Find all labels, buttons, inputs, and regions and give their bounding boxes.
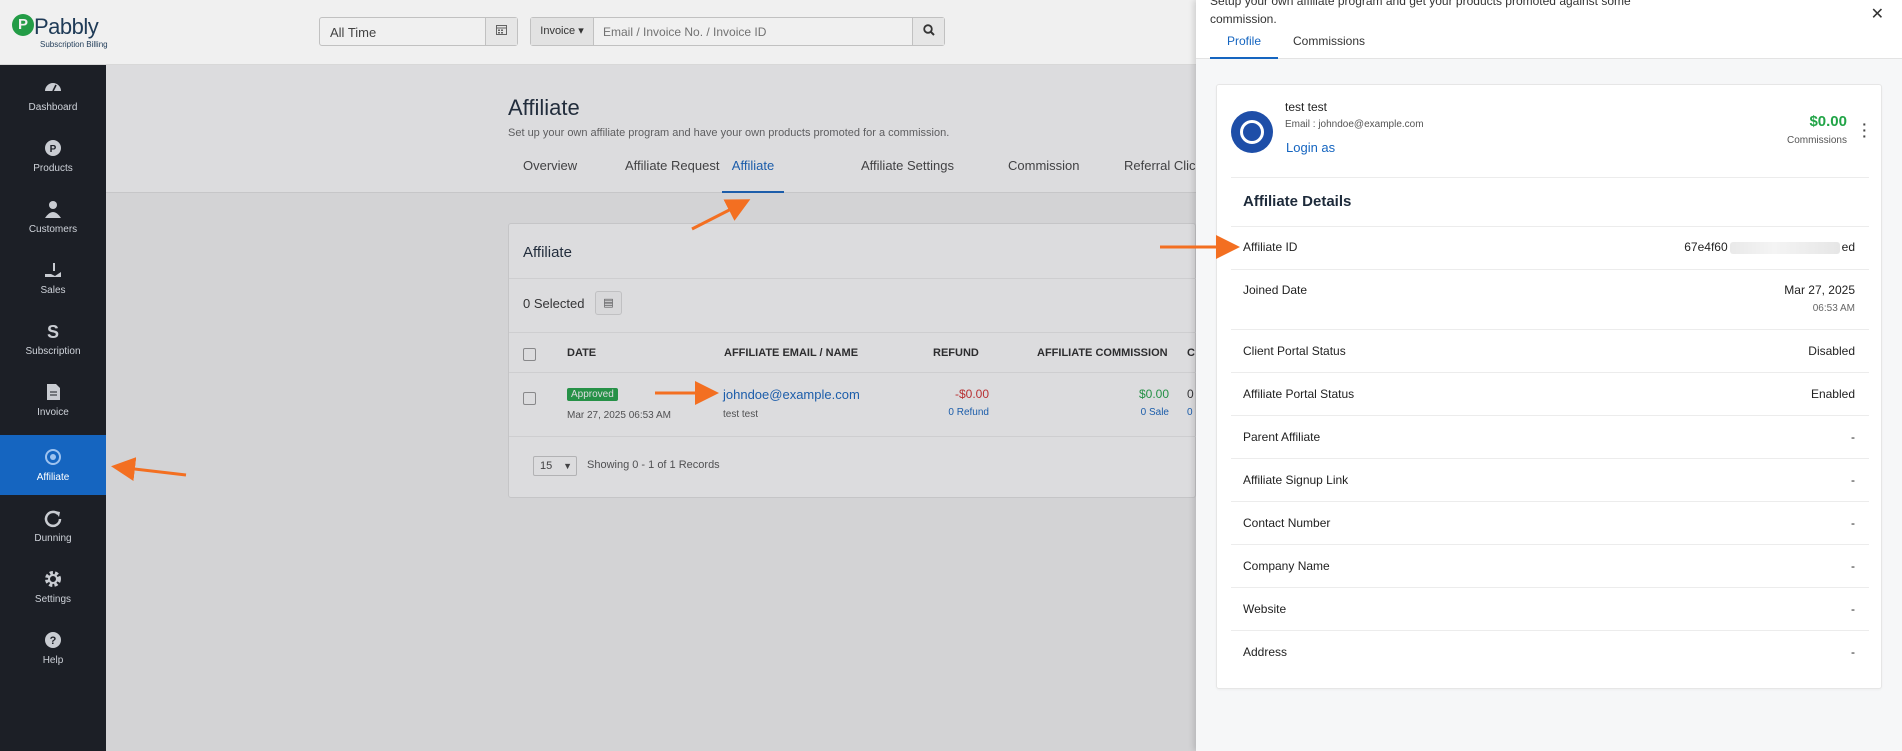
sidebar-item-label: Affiliate — [36, 472, 70, 483]
sales-icon — [45, 263, 61, 277]
tab-profile[interactable]: Profile — [1210, 34, 1278, 59]
sidebar-item-label: Dunning — [34, 533, 72, 544]
sidebar-item-label: Invoice — [37, 407, 69, 418]
detail-label-affiliate-portal: Affiliate Portal Status — [1243, 387, 1355, 401]
sidebar-item-label: Help — [42, 655, 64, 666]
parent-affiliate-value: - — [1851, 430, 1855, 444]
subscription-icon: S — [47, 322, 59, 341]
svg-text:?: ? — [50, 635, 57, 647]
sidebar-item-subscription[interactable]: S Subscription — [0, 309, 106, 369]
sidebar-item-dunning[interactable]: Dunning — [0, 496, 106, 556]
sidebar-item-invoice[interactable]: Invoice — [0, 370, 106, 430]
commission-total: $0.00 — [1809, 113, 1847, 130]
sidebar-item-label: Subscription — [25, 346, 81, 357]
affiliate-portal-value: Enabled — [1810, 387, 1855, 401]
detail-label-company-name: Company Name — [1243, 559, 1330, 573]
customers-icon — [45, 201, 61, 218]
sidebar-item-dashboard[interactable]: Dashboard — [0, 65, 106, 125]
sidebar-item-help[interactable]: ? Help — [0, 618, 106, 678]
tab-commissions[interactable]: Commissions — [1293, 34, 1365, 59]
close-icon[interactable]: ✕ — [1871, 4, 1884, 24]
dunning-icon — [44, 510, 62, 528]
login-as-link[interactable]: Login as — [1286, 140, 1335, 155]
sidebar-item-label: Settings — [34, 594, 72, 605]
detail-label-parent-affiliate: Parent Affiliate — [1243, 430, 1321, 444]
affiliate-id-value: 67e4f60 ed — [1684, 240, 1855, 254]
profile-email: Email : johndoe@example.com — [1285, 119, 1424, 130]
svg-text:P: P — [50, 144, 57, 155]
divider — [1231, 458, 1869, 459]
detail-label-joined-date: Joined Date — [1243, 283, 1308, 297]
affiliate-id-start: 67e4f60 — [1684, 240, 1728, 254]
detail-label-address: Address — [1243, 645, 1288, 659]
sidebar-item-products[interactable]: P Products — [0, 126, 106, 186]
divider — [1231, 177, 1869, 178]
detail-label-client-portal: Client Portal Status — [1243, 344, 1346, 358]
sidebar-item-customers[interactable]: Customers — [0, 187, 106, 247]
drawer-description: Setup your own affiliate program and get… — [1210, 0, 1631, 26]
products-icon: P — [45, 140, 61, 156]
help-icon: ? — [45, 632, 61, 648]
invoice-icon — [47, 384, 60, 400]
profile-name: test test — [1285, 100, 1328, 114]
sidebar-item-label: Dashboard — [28, 102, 78, 113]
commission-total-label: Commissions — [1786, 135, 1847, 146]
affiliate-details-title: Affiliate Details — [1243, 193, 1352, 210]
address-value: - — [1851, 645, 1855, 659]
affiliate-detail-drawer: Setup your own affiliate program and get… — [1196, 0, 1902, 751]
detail-label-contact-number: Contact Number — [1243, 516, 1331, 530]
detail-label-affiliate-id: Affiliate ID — [1243, 240, 1298, 254]
affiliate-profile-card: test test Email : johndoe@example.com Lo… — [1216, 84, 1882, 689]
website-value: - — [1851, 602, 1855, 616]
divider — [1231, 372, 1869, 373]
avatar-power-icon — [1231, 111, 1273, 153]
divider — [1231, 329, 1869, 330]
sidebar-item-label: Customers — [28, 224, 78, 235]
detail-label-website: Website — [1243, 602, 1287, 616]
divider — [1231, 587, 1869, 588]
sidebar: Dashboard P Products Customers Sales S S… — [0, 65, 106, 751]
sidebar-item-affiliate[interactable]: Affiliate — [0, 435, 106, 495]
sidebar-item-settings[interactable]: Settings — [0, 557, 106, 617]
more-options-icon[interactable]: · · · — [1862, 117, 1867, 143]
contact-number-value: - — [1851, 516, 1855, 530]
drawer-header: Setup your own affiliate program and get… — [1196, 0, 1902, 59]
modal-backdrop-header — [0, 0, 1196, 65]
affiliate-id-end: ed — [1841, 240, 1855, 254]
dashboard-icon — [45, 83, 61, 92]
joined-date-value: Mar 27, 2025 — [1784, 283, 1855, 297]
client-portal-value: Disabled — [1808, 344, 1855, 358]
divider — [1231, 415, 1869, 416]
company-name-value: - — [1851, 559, 1855, 573]
divider — [1231, 501, 1869, 502]
svg-text:S: S — [47, 322, 59, 341]
sidebar-item-label: Products — [33, 163, 73, 174]
signup-link-value: - — [1851, 473, 1855, 487]
gear-icon — [45, 571, 61, 587]
modal-backdrop[interactable] — [106, 65, 1196, 751]
joined-time-value: 06:53 AM — [1812, 303, 1855, 314]
divider — [1231, 269, 1869, 270]
divider — [1231, 544, 1869, 545]
detail-label-signup-link: Affiliate Signup Link — [1243, 473, 1349, 487]
affiliate-icon — [45, 449, 61, 465]
divider — [1231, 630, 1869, 631]
sidebar-item-label: Sales — [40, 285, 66, 296]
divider — [1231, 226, 1869, 227]
redacted-mask — [1729, 241, 1840, 254]
sidebar-item-sales[interactable]: Sales — [0, 248, 106, 308]
